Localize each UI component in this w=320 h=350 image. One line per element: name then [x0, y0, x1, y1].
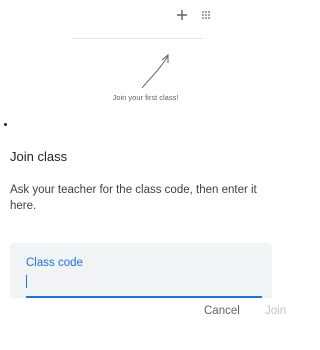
class-code-label: Class code: [26, 257, 83, 269]
decorative-dot: [4, 123, 7, 126]
class-code-field[interactable]: Class code: [10, 243, 272, 298]
text-caret: [26, 275, 27, 288]
class-code-underline: [26, 296, 262, 298]
join-button[interactable]: Join: [265, 305, 286, 317]
empty-state-hint: Join your first class!: [112, 93, 179, 102]
curved-arrow-icon: [141, 53, 169, 89]
dialog-description: Ask your teacher for the class code, the…: [10, 184, 257, 212]
plus-icon[interactable]: [171, 4, 193, 26]
dialog-title: Join class: [10, 149, 68, 164]
cancel-button[interactable]: Cancel: [204, 305, 240, 317]
top-toolbar: [72, 0, 210, 39]
apps-grid-icon[interactable]: [195, 4, 217, 26]
class-code-input[interactable]: [26, 274, 246, 290]
